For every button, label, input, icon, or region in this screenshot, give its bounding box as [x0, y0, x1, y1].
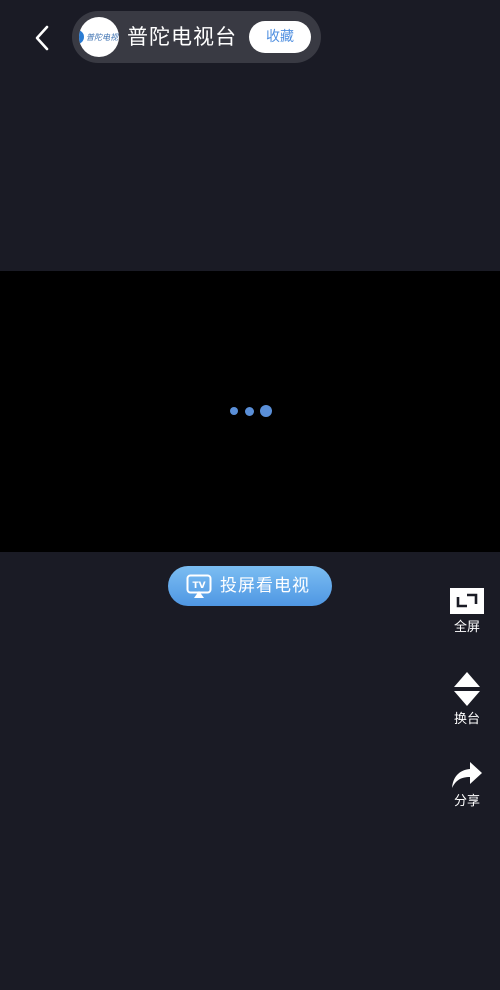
fullscreen-button[interactable]: 全屏 — [442, 588, 492, 636]
channel-header: 普陀电视 普陀电视台 收藏 — [72, 11, 321, 63]
share-button[interactable]: 分享 — [442, 762, 492, 810]
cast-label: 投屏看电视 — [220, 576, 310, 596]
fullscreen-label: 全屏 — [453, 620, 480, 635]
cast-to-tv-button[interactable]: TV 投屏看电视 — [168, 566, 332, 606]
share-label: 分享 — [453, 794, 480, 809]
channel-name: 普陀电视台 — [127, 25, 237, 49]
channel-logo-mark — [79, 30, 84, 44]
share-icon — [452, 762, 482, 788]
channel-logo[interactable]: 普陀电视 — [79, 17, 119, 57]
loading-dot — [245, 407, 254, 416]
channel-logo-text: 普陀电视 — [86, 32, 118, 42]
svg-text:TV: TV — [192, 581, 205, 591]
switch-channel-label: 换台 — [453, 712, 480, 727]
loading-dots-icon — [228, 404, 274, 418]
tv-cast-icon: TV — [186, 574, 212, 598]
fullscreen-icon — [450, 588, 484, 614]
loading-dot — [260, 405, 272, 417]
back-button[interactable] — [24, 20, 60, 56]
live-tv-page: 普陀电视 普陀电视台 收藏 TV 投屏看电视 全屏 换台 分享 — [0, 0, 500, 990]
switch-channel-icon — [454, 672, 480, 706]
switch-channel-button[interactable]: 换台 — [442, 672, 492, 728]
chevron-left-icon — [35, 25, 49, 51]
favorite-button[interactable]: 收藏 — [249, 21, 311, 53]
loading-dot — [230, 407, 238, 415]
